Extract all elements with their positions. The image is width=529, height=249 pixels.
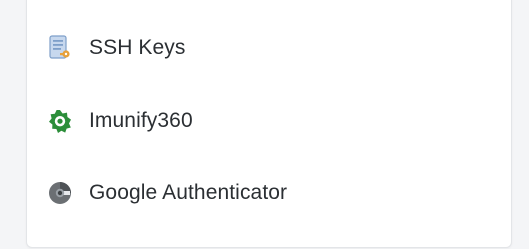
tool-item-ssh-keys[interactable]: SSH Keys	[46, 28, 196, 68]
google-authenticator-icon	[46, 179, 74, 207]
tool-item-google-authenticator[interactable]: Google Authenticator	[46, 173, 297, 213]
tool-item-label: SSH Keys	[89, 36, 186, 59]
ssh-keys-icon	[46, 34, 74, 62]
tool-item-imunify360[interactable]: Imunify360	[46, 101, 203, 141]
tool-item-label: Google Authenticator	[89, 181, 288, 204]
imunify360-icon	[46, 107, 74, 135]
page: SSH Keys Imunify360 Google Authenticator	[0, 0, 529, 249]
tool-item-label: Imunify360	[89, 109, 193, 132]
